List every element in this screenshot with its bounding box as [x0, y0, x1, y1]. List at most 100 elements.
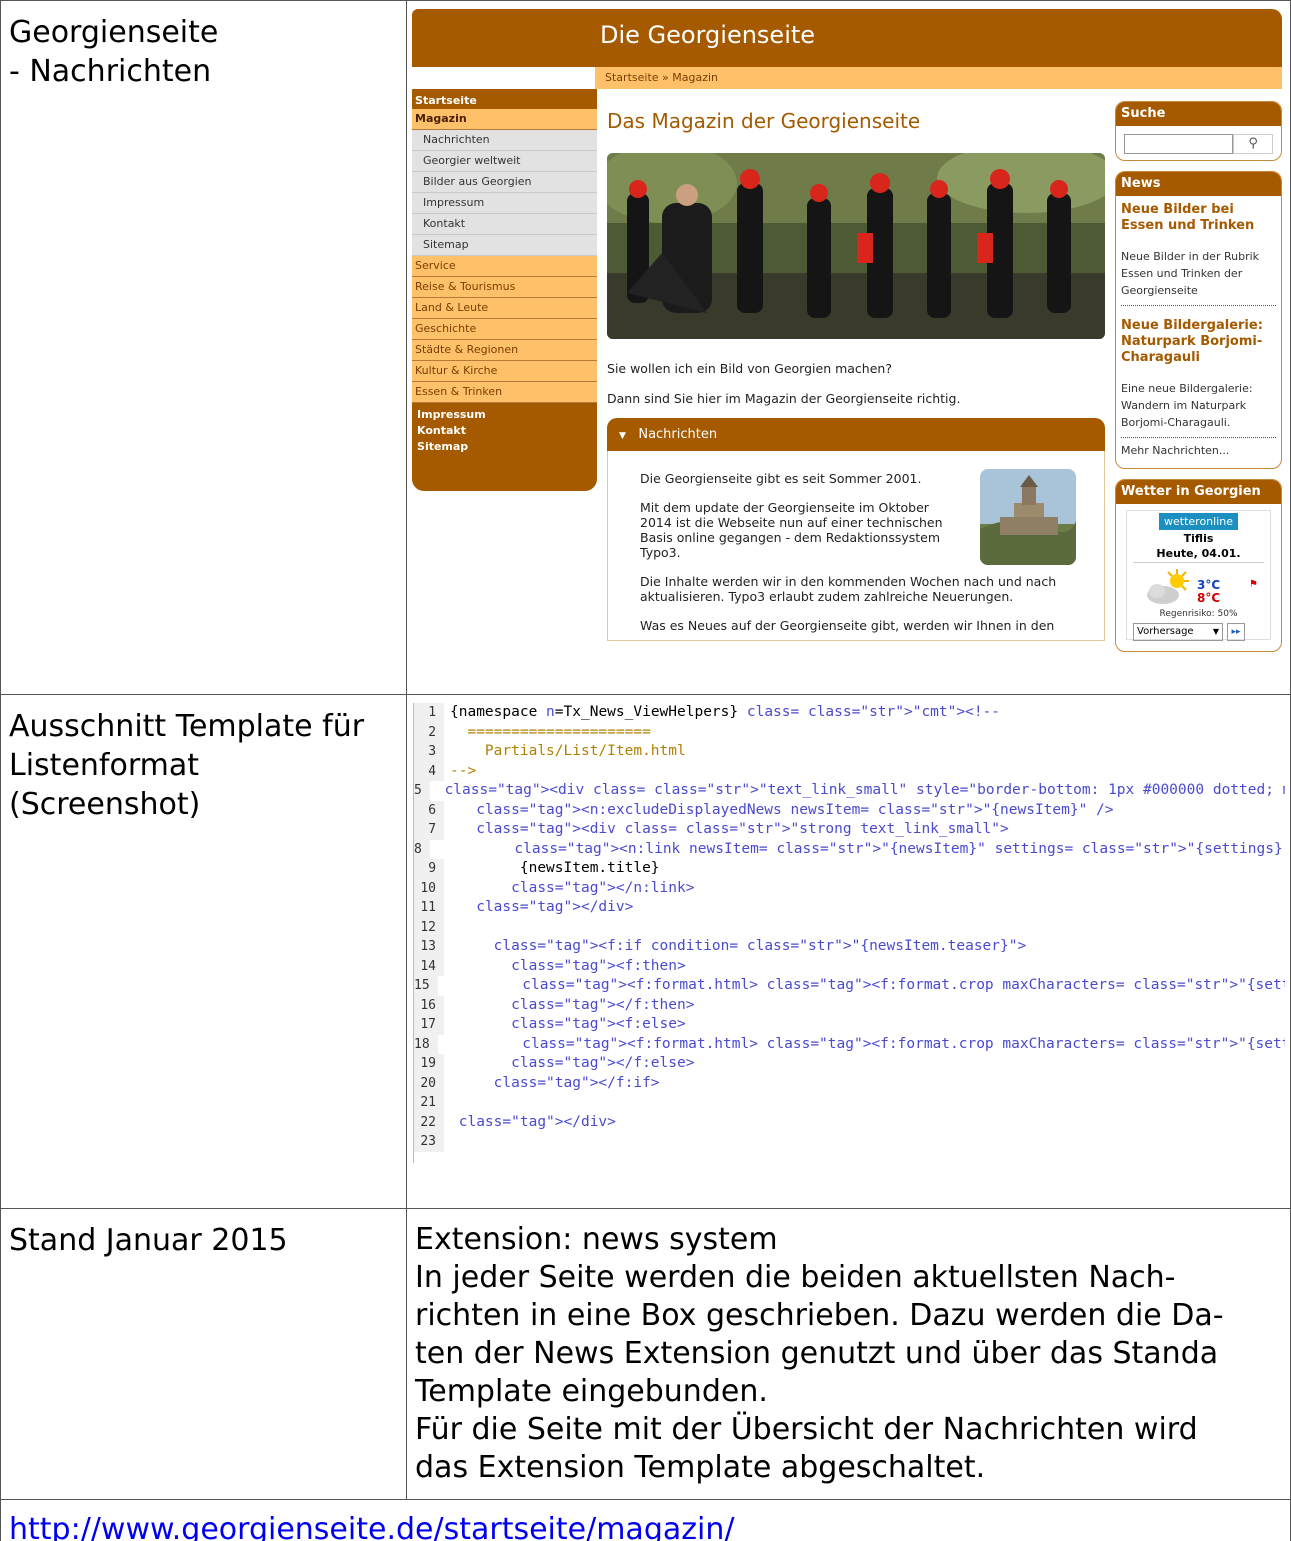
line-number: 6 [414, 800, 445, 820]
code-text: class="tag"></f:if> [484, 1074, 660, 1091]
code-text: class="tag"><div class= class="str">"str… [467, 821, 1009, 837]
acc-paragraph-4: Was es Neues auf der Georgienseite gibt,… [640, 618, 1055, 633]
code-line: 11 class="tag"></div> [414, 898, 1285, 918]
forecast-go-button[interactable]: ▸▸ [1227, 623, 1246, 641]
nav-bottom-impressum[interactable]: Impressum [417, 407, 592, 423]
code-line: 3 Partials/List/Item.html [414, 742, 1285, 762]
news-item-text: Neue Bilder in der Rubrik Essen und Trin… [1121, 250, 1260, 297]
line-number: 16 [414, 995, 445, 1015]
nav-main-item[interactable]: Reise & Tourismus [412, 277, 598, 298]
line-number: 23 [414, 1132, 445, 1152]
more-news-link[interactable]: Mehr Nachrichten... [1116, 438, 1281, 463]
news-item-title[interactable]: Neue Bilder bei Essen und Trinken [1116, 196, 1281, 234]
code-text: class="tag"><div class= class="str">"tex… [435, 782, 1285, 798]
search-input[interactable] [1124, 134, 1234, 154]
main-content: Das Magazin der Georgienseite Sie wollen… [607, 89, 1106, 641]
code-text: class="tag"></f:then> [502, 996, 695, 1013]
code-line: 6 class="tag"><n:excludeDisplayedNews ne… [414, 800, 1285, 820]
line-number: 14 [414, 956, 445, 976]
line-number: 12 [414, 917, 445, 937]
nav-main-item[interactable]: Essen & Trinken [412, 382, 598, 403]
row1-label-line1: Georgienseite [9, 15, 219, 50]
line-number: 19 [414, 1054, 445, 1074]
line-number: 3 [414, 742, 445, 762]
line-number: 13 [414, 937, 445, 957]
dancers-photo [607, 153, 1106, 339]
hero-photo [607, 153, 1106, 339]
caret-down-icon: ▼ [619, 431, 626, 441]
nav-main-item[interactable]: Städte & Regionen [412, 340, 598, 361]
code-text: class="tag"><f:format.html> class="tag">… [513, 1035, 1285, 1052]
nav-sub-item[interactable]: Kontakt [412, 214, 598, 235]
code-editor: 1 {namespace n=Tx_News_ViewHelpers} class… [413, 703, 1285, 1163]
accordion-text: Die Georgienseite gibt es seit Sommer 20… [640, 471, 1056, 640]
forecast-select-value: Vorhersage [1137, 626, 1194, 637]
news-item-title[interactable]: Neue Bildergalerie: Naturpark Borjomi-Ch… [1116, 306, 1281, 366]
nav-item-startseite[interactable]: Startseite [412, 89, 597, 109]
line-number: 17 [414, 1015, 445, 1035]
nav-sub-item[interactable]: Sitemap [412, 235, 598, 256]
acc-paragraph-2: Mit dem update der Georgienseite im Okto… [640, 500, 943, 560]
nav-main-item[interactable]: Kultur & Kirche [412, 361, 598, 382]
code-line: 14 class="tag"><f:then> [414, 956, 1285, 976]
nav-sub-item[interactable]: Georgier weltweit [412, 151, 598, 172]
code-line: 1 {namespace n=Tx_News_ViewHelpers} class… [414, 703, 1285, 723]
code-text: class="tag"><f:format.html> class="tag">… [513, 977, 1285, 993]
line-number: 5 [414, 781, 430, 801]
search-box: Suche ⚲ [1115, 101, 1283, 161]
code-line: 22 class="tag"></div> [414, 1112, 1285, 1132]
church-photo [980, 469, 1077, 565]
nav-sub-item[interactable]: Bilder aus Georgien [412, 172, 598, 193]
site-title: Die Georgienseite [600, 21, 816, 49]
weather-box-title: Wetter in Georgien [1116, 480, 1282, 504]
magnifier-icon: ⚲ [1248, 136, 1258, 151]
code-text: {newsItem.title} [450, 860, 660, 876]
code-text: class="tag"></div> [467, 899, 634, 915]
code-line: 16 class="tag"></f:then> [414, 995, 1285, 1015]
weather-rain: Regenrisiko: 50% [1159, 609, 1238, 619]
nav-main-item[interactable]: Geschichte [412, 319, 598, 340]
accordion-title: Nachrichten [638, 427, 718, 442]
sun-cloud-icon [1147, 569, 1190, 604]
news-box: News Neue Bilder bei Essen und Trinken N… [1115, 171, 1283, 469]
acc-paragraph-1: Die Georgienseite gibt es seit Sommer 20… [640, 471, 922, 486]
nav-bottom-kontakt[interactable]: Kontakt [417, 423, 592, 439]
desc-line: Template eingebunden. [415, 1374, 768, 1409]
code-line: 23 [414, 1132, 1285, 1152]
line-number: 10 [414, 878, 445, 898]
desc-line: Extension: news system [415, 1222, 778, 1257]
code-line: 7 class="tag"><div class= class="str">"s… [414, 820, 1285, 840]
code-line: 20 class="tag"></f:if> [414, 1073, 1285, 1093]
weather-min: 8°C [1197, 591, 1221, 605]
magazin-url-link[interactable]: http://www.georgienseite.de/startseite/m… [9, 1512, 734, 1541]
nav-main-item[interactable]: Land & Leute [412, 298, 598, 319]
code-line: 10 class="tag"></n:link> [414, 878, 1285, 898]
desc-line: Für die Seite mit der Übersicht der Nach… [415, 1412, 1198, 1447]
nav-sub-item[interactable]: Nachrichten [412, 130, 598, 151]
code-text: class="tag"><n:excludeDisplayedNews news… [467, 801, 1114, 818]
line-number: 1 [414, 703, 445, 723]
nav-main-item[interactable]: Service [412, 256, 598, 277]
line-number: 9 [414, 859, 445, 879]
accordion-body: Die Georgienseite gibt es seit Sommer 20… [607, 451, 1106, 641]
accordion-header-nachrichten[interactable]: ▼ Nachrichten [607, 418, 1106, 451]
nav-item-magazin[interactable]: Magazin [412, 109, 598, 130]
nav-sub-item[interactable]: Impressum [412, 193, 598, 214]
wind-flag-icon: ⚑ [1249, 579, 1258, 590]
desc-line: das Extension Template abgeschaltet. [415, 1450, 986, 1485]
weather-city: Tiflis [1183, 532, 1214, 545]
dropdown-arrow-icon: ▼ [1212, 627, 1220, 636]
line-number: 21 [414, 1093, 445, 1113]
breadcrumb[interactable]: Startseite » Magazin [595, 67, 1283, 89]
nav-bottom-sitemap[interactable]: Sitemap [417, 439, 592, 455]
search-button[interactable]: ⚲ [1233, 134, 1274, 154]
wetteronline-logo[interactable]: wetteronline [1159, 513, 1239, 530]
code-line: 17 class="tag"><f:else> [414, 1015, 1285, 1035]
forecast-select[interactable]: Vorhersage ▼ [1133, 623, 1224, 641]
description-text: Extension: news system In jeder Seite we… [407, 1209, 1290, 1499]
desc-line: In jeder Seite werden die beiden aktuell… [415, 1260, 1176, 1295]
line-number: 15 [414, 976, 438, 996]
